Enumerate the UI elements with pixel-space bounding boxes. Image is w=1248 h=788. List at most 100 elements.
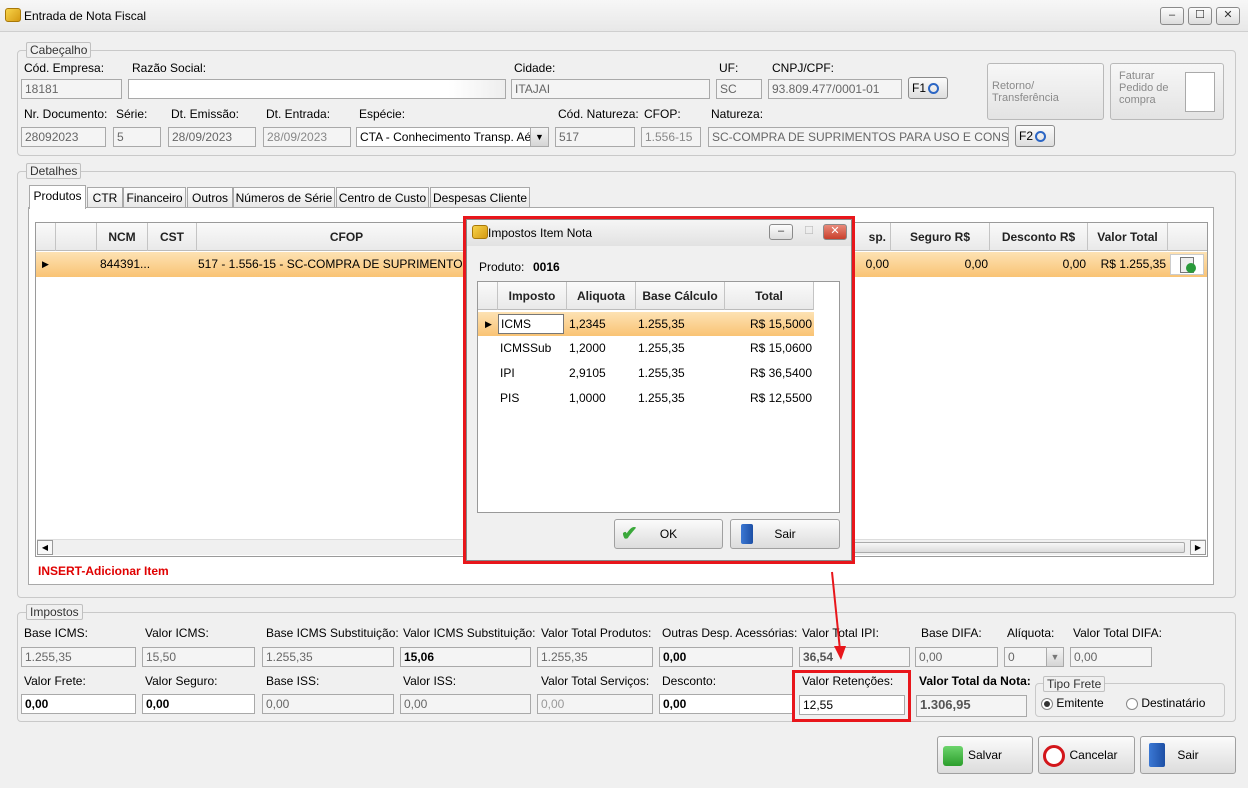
col-imposto[interactable]: Imposto (498, 282, 567, 310)
table-row[interactable]: ICMSSub 1,2000 1.255,35 R$ 15,0600 (478, 336, 814, 361)
row-base: 1.255,35 (638, 366, 685, 380)
col-valor-total[interactable]: Valor Total (1088, 223, 1168, 251)
razao-social-field[interactable] (128, 79, 506, 99)
row-pointer-icon: ▶ (42, 259, 49, 269)
calculator-icon[interactable] (1170, 254, 1204, 275)
valor-frete-label: Valor Frete: (24, 674, 86, 688)
dialog-ok-button[interactable]: ✔ OK (614, 519, 723, 549)
dialog-sair-button[interactable]: Sair (730, 519, 840, 549)
valor-total-nota-field[interactable]: 1.306,95 (916, 695, 1027, 717)
scroll-right-icon[interactable]: ▶ (1190, 540, 1206, 555)
insert-hint: INSERT-Adicionar Item (38, 564, 169, 578)
col-cfop[interactable]: CFOP (197, 223, 497, 251)
row-imposto[interactable]: ICMS (498, 314, 564, 334)
especie-select[interactable]: CTA - Conhecimento Transp. Aér (356, 127, 549, 147)
col-seguro[interactable]: Seguro R$ (891, 223, 990, 251)
col-cst[interactable]: CST (148, 223, 197, 251)
nr-documento-field[interactable]: 28092023 (21, 127, 106, 147)
cod-empresa-field[interactable]: 18181 (21, 79, 122, 99)
minimize-button[interactable]: – (1160, 7, 1184, 25)
valor-icms-st-field[interactable]: 15,06 (400, 647, 531, 667)
outras-desp-label: Outras Desp. Acessórias: (662, 626, 798, 640)
scrollbar-thumb[interactable] (825, 542, 1185, 553)
natureza-label: Natureza: (711, 107, 764, 121)
valor-total-servicos-field[interactable]: 0,00 (537, 694, 653, 714)
cancelar-button[interactable]: Cancelar (1038, 736, 1135, 774)
serie-field[interactable]: 5 (113, 127, 161, 147)
base-icms-label: Base ICMS: (24, 626, 89, 640)
base-icms-st-field[interactable]: 1.255,35 (262, 647, 394, 667)
table-row[interactable]: IPI 2,9105 1.255,35 R$ 36,5400 (478, 361, 814, 386)
dt-emissao-field[interactable]: 28/09/2023 (168, 127, 256, 147)
valor-iss-label: Valor ISS: (403, 674, 457, 688)
cod-natureza-field[interactable]: 517 (555, 127, 635, 147)
retorno-transferencia-button[interactable]: Retorno/ Transferência (987, 63, 1104, 120)
desconto-field[interactable]: 0,00 (659, 694, 793, 714)
col-base-calculo[interactable]: Base Cálculo (636, 282, 725, 310)
close-button[interactable]: ✕ (1216, 7, 1240, 25)
tab-numeros-serie[interactable]: Números de Série (233, 187, 335, 208)
base-iss-field[interactable]: 0,00 (262, 694, 394, 714)
impostos-grid[interactable]: Imposto Aliquota Base Cálculo Total ▶ IC… (477, 281, 840, 513)
window-titlebar: Entrada de Nota Fiscal – ☐ ✕ (0, 0, 1248, 32)
table-row[interactable]: PIS 1,0000 1.255,35 R$ 12,5500 (478, 386, 814, 411)
table-row[interactable]: ▶ ICMS 1,2345 1.255,35 R$ 15,5000 (478, 312, 814, 336)
tab-produtos[interactable]: Produtos (29, 185, 86, 209)
natureza-field[interactable]: SC-COMPRA DE SUPRIMENTOS PARA USO E CONS… (708, 127, 1009, 147)
cidade-label: Cidade: (514, 61, 556, 75)
serie-label: Série: (116, 107, 148, 121)
dialog-icon (472, 225, 488, 239)
aliquota-label: Alíquota: (1007, 626, 1055, 640)
emitente-radio[interactable]: Emitente (1041, 696, 1104, 710)
col-desconto[interactable]: Desconto R$ (990, 223, 1088, 251)
dt-entrada-label: Dt. Entrada: (266, 107, 331, 121)
base-difa-field[interactable]: 0,00 (915, 647, 998, 667)
col-aliquota[interactable]: Aliquota (567, 282, 636, 310)
col-total[interactable]: Total (725, 282, 814, 310)
dialog-minimize-button[interactable]: – (769, 224, 793, 240)
cancel-icon (1043, 745, 1065, 767)
valor-icms-st-label: Valor ICMS Substituição: (403, 626, 536, 640)
row-total: R$ 15,0600 (749, 341, 812, 355)
outras-desp-field[interactable]: 0,00 (659, 647, 793, 667)
highlight-arrow (831, 571, 846, 660)
cnpj-field[interactable]: 93.809.477/0001-01 (768, 79, 902, 99)
destinatario-radio[interactable]: Destinatário (1126, 696, 1205, 710)
maximize-button[interactable]: ☐ (1188, 7, 1212, 25)
valor-iss-field[interactable]: 0,00 (400, 694, 531, 714)
produto-label: Produto: (479, 260, 525, 274)
col-desp[interactable]: sp. R$ (851, 223, 891, 272)
valor-total-difa-field[interactable]: 0,00 (1070, 647, 1152, 667)
tab-despesas-cliente[interactable]: Despesas Cliente (430, 187, 530, 208)
download-icon (943, 746, 963, 766)
cidade-field[interactable]: ITAJAI (511, 79, 710, 99)
radio-on-icon (1041, 697, 1053, 710)
dt-entrada-field[interactable]: 28/09/2023 (263, 127, 351, 147)
valor-seguro-field[interactable]: 0,00 (142, 694, 255, 714)
tab-outros[interactable]: Outros (187, 187, 233, 208)
cfop-field[interactable]: 1.556-15 (641, 127, 701, 147)
row-total: R$ 12,5500 (749, 391, 812, 405)
salvar-button[interactable]: Salvar (937, 736, 1033, 774)
tab-centro-custo[interactable]: Centro de Custo (336, 187, 429, 208)
base-difa-label: Base DIFA: (921, 626, 982, 640)
impostos-grid-header: Imposto Aliquota Base Cálculo Total (478, 282, 814, 310)
valor-icms-field[interactable]: 15,50 (142, 647, 255, 667)
f2-search-button[interactable]: F2 (1015, 125, 1055, 147)
tab-ctr[interactable]: CTR (87, 187, 123, 208)
valor-total-produtos-field[interactable]: 1.255,35 (537, 647, 653, 667)
uf-field[interactable]: SC (716, 79, 762, 99)
tab-financeiro[interactable]: Financeiro (123, 187, 186, 208)
dialog-close-button[interactable]: ✕ (823, 224, 847, 240)
valor-frete-field[interactable]: 0,00 (21, 694, 136, 714)
chevron-down-icon[interactable]: ▼ (530, 128, 548, 146)
f1-search-button[interactable]: F1 (908, 77, 948, 99)
chevron-down-icon[interactable]: ▼ (1046, 648, 1063, 666)
sair-button[interactable]: Sair (1140, 736, 1236, 774)
row-cfop: 517 - 1.556-15 - SC-COMPRA DE SUPRIMENTO… (198, 257, 481, 271)
scroll-left-icon[interactable]: ◀ (37, 540, 53, 555)
col-ncm[interactable]: NCM (97, 223, 148, 251)
row-base: 1.255,35 (638, 341, 685, 355)
faturar-pedido-button[interactable]: Faturar Pedido de compra (1110, 63, 1224, 120)
base-icms-field[interactable]: 1.255,35 (21, 647, 136, 667)
